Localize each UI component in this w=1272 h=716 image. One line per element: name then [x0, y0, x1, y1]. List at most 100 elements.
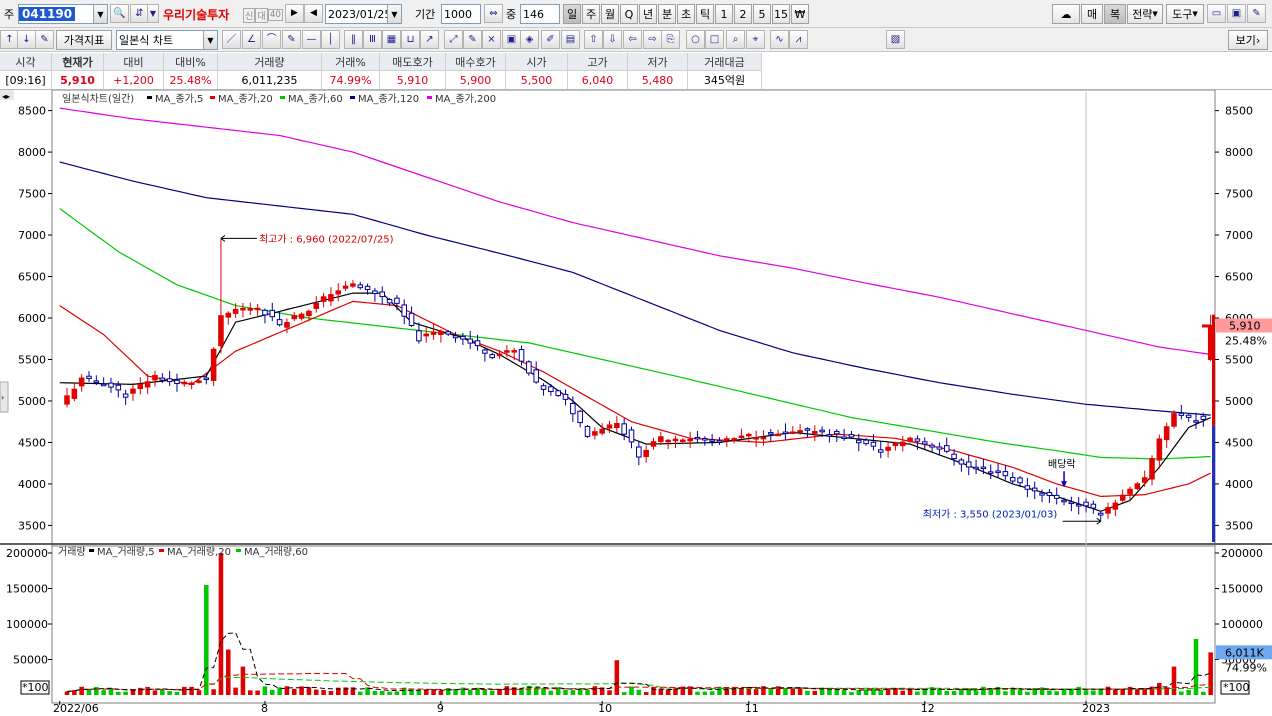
volume-bar	[548, 690, 554, 695]
period-button-8[interactable]: 1	[715, 4, 733, 24]
period-button-6[interactable]: 초	[677, 4, 695, 24]
save-icon[interactable]: ▣	[1227, 4, 1246, 23]
view-button[interactable]: 보기 ›	[1228, 30, 1268, 50]
table-icon[interactable]: ▤	[561, 30, 580, 49]
period-button-3[interactable]: Q	[620, 4, 638, 24]
candle-up	[240, 307, 246, 311]
color-icon[interactable]: ▣	[502, 30, 521, 49]
chart-type-select[interactable]: 일본식 차트 ▼	[116, 30, 218, 50]
date-input[interactable]: 2023/01/25 ▼	[325, 4, 402, 24]
stamp-icon[interactable]: ◈	[520, 30, 539, 49]
fibo-icon[interactable]: ⊔	[401, 30, 420, 49]
chart-canvas[interactable]: ◂▸ › 3500 3500 4000 4000 4500 4500 5000 5000 550…	[0, 90, 1272, 716]
cloud-icon[interactable]: ☁	[1052, 4, 1080, 24]
price-legend-marker	[427, 96, 432, 99]
strategy-button[interactable]: 전략 ▼	[1127, 4, 1163, 24]
candle-up	[496, 353, 503, 357]
left-icon[interactable]: ⇦	[623, 30, 642, 49]
grid-icon[interactable]: ▦	[382, 30, 401, 49]
company-name[interactable]: 우리기술투자	[163, 4, 229, 24]
candle-down	[474, 340, 481, 347]
candle-down	[1061, 499, 1067, 503]
line-icon[interactable]: ／	[222, 30, 241, 49]
period-button-2[interactable]: 월	[601, 4, 619, 24]
range-icon[interactable]: ⇔	[484, 4, 503, 23]
count-input[interactable]: 146	[520, 4, 560, 24]
period-input[interactable]: 1000	[441, 4, 481, 24]
vertical-icon[interactable]: │	[321, 30, 340, 49]
candle-down	[122, 393, 129, 398]
candle-up	[144, 381, 151, 388]
candle-down	[357, 284, 364, 289]
period-button-12[interactable]: ₩	[791, 4, 809, 24]
period-button-5[interactable]: 분	[658, 4, 676, 24]
chart-type-value: 일본식 차트	[119, 34, 174, 47]
chevron-down-icon: ▼	[1192, 10, 1198, 18]
zoom-icon[interactable]: ⌕	[726, 30, 745, 49]
stock-tags: 신 대 40	[243, 5, 284, 25]
circle-icon[interactable]: ○	[686, 30, 705, 49]
quote-value-4: 6,011,235	[218, 71, 322, 89]
search-icon[interactable]: 🔍	[110, 4, 129, 23]
arc-icon[interactable]: ⌒	[262, 30, 281, 49]
setting-icon[interactable]: ▧	[886, 30, 905, 49]
down-icon[interactable]: ⇩	[603, 30, 622, 49]
period-button-10[interactable]: 5	[753, 4, 771, 24]
arrow-down-icon[interactable]: ↓	[17, 30, 36, 49]
candle-up	[306, 310, 312, 317]
price-label-right: 6500	[1225, 271, 1253, 284]
period-button-4[interactable]: 년	[639, 4, 657, 24]
fan-icon[interactable]: ✎	[282, 30, 301, 49]
up-icon[interactable]: ⇧	[584, 30, 603, 49]
chevron-down-icon: ▼	[1152, 10, 1158, 18]
period-button-7[interactable]: 틱	[696, 4, 714, 24]
price-legend-title: 일본식차트(일간)	[62, 93, 134, 105]
candle-up	[1112, 502, 1119, 510]
volume-label-left: 100000	[6, 618, 48, 631]
horizontal-icon[interactable]: —	[302, 30, 321, 49]
candle-up	[320, 296, 327, 302]
chevron-down-icon[interactable]: ▼	[93, 5, 107, 23]
quote-header-10: 저가	[628, 53, 688, 71]
multi-button[interactable]: 복	[1104, 4, 1126, 24]
ray-icon[interactable]: ⤢	[444, 30, 463, 49]
period-button-1[interactable]: 주	[582, 4, 600, 24]
candle-down	[804, 428, 811, 431]
stock-chart[interactable]: ◂▸ › 3500 3500 4000 4000 4500 4500 5000 5000 550…	[0, 90, 1272, 716]
calendar-dropdown-icon[interactable]: ▼	[387, 5, 401, 23]
square-icon[interactable]: □	[705, 30, 724, 49]
folder-icon[interactable]: ▭	[1207, 4, 1226, 23]
chevron-down-icon[interactable]: ▼	[147, 4, 159, 23]
price-label-left: 8500	[18, 105, 46, 118]
chevron-down-icon[interactable]: ▼	[203, 31, 217, 49]
period-button-0[interactable]: 일	[563, 4, 581, 24]
right-icon[interactable]: ⇨	[643, 30, 662, 49]
note-icon[interactable]: ✐	[541, 30, 560, 49]
buy-button[interactable]: 매	[1081, 4, 1103, 24]
period-button-11[interactable]: 15	[772, 4, 790, 24]
candle-up	[298, 313, 305, 319]
period-button-9[interactable]: 2	[734, 4, 752, 24]
pencil-icon[interactable]: ✎	[463, 30, 482, 49]
volume-bar	[636, 689, 642, 695]
page-icon[interactable]: ⎘	[661, 30, 680, 49]
angle-icon[interactable]: ∠	[242, 30, 261, 49]
stock-code-input[interactable]: 041190 ▼	[18, 4, 108, 24]
volume-bar	[86, 689, 92, 695]
ellipse-icon[interactable]: ⨯	[482, 30, 501, 49]
wrench-icon[interactable]: ✎	[1247, 4, 1266, 23]
magnet-icon[interactable]: ⌖	[746, 30, 765, 49]
edit-icon[interactable]: ✎	[35, 30, 54, 49]
cycle-icon[interactable]: ‖	[344, 30, 363, 49]
volume-bar	[1120, 689, 1125, 695]
wave-icon[interactable]: ∿	[770, 30, 789, 49]
play-icon[interactable]: ▶	[285, 4, 304, 23]
tools-button[interactable]: 도구 ▼	[1166, 4, 1204, 24]
wave2-icon[interactable]: ⩘	[789, 30, 808, 49]
candle-down	[768, 432, 774, 435]
price-indicator-button[interactable]: 가격지표	[56, 30, 112, 50]
candle-up	[291, 315, 298, 320]
back-icon[interactable]: ◀	[304, 4, 323, 23]
gann-icon[interactable]: Ⅲ	[363, 30, 382, 49]
channel-icon[interactable]: ↗	[420, 30, 439, 49]
